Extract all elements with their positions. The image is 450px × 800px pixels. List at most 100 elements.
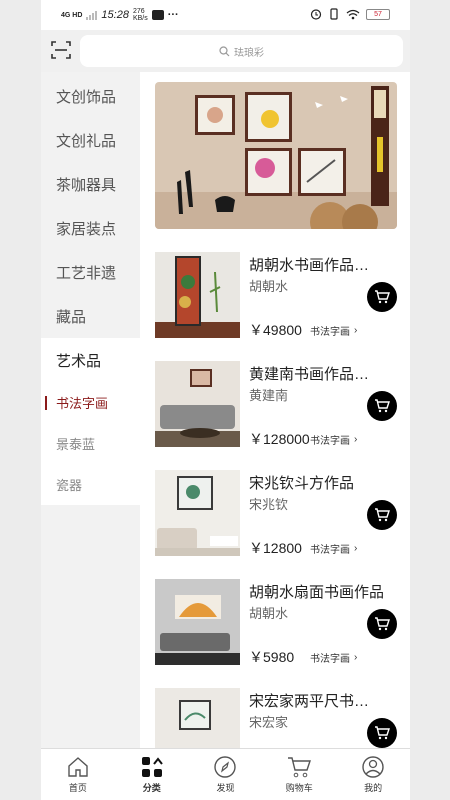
- product-category-label: 书法字画: [310, 327, 350, 338]
- signal-icon: [86, 10, 98, 20]
- product-price: ￥49800: [249, 322, 302, 338]
- tab-label: 购物车: [285, 784, 313, 794]
- network-indicator: 4G HD: [61, 11, 83, 19]
- banner-image[interactable]: [155, 82, 397, 229]
- sidebar-item-label: 藏品: [56, 308, 87, 326]
- product-author: 胡朝水: [249, 606, 289, 621]
- product-thumbnail[interactable]: [155, 470, 240, 556]
- tab-profile[interactable]: 我的: [336, 749, 410, 800]
- cart-icon: [375, 508, 390, 522]
- sidebar-item-crafts-heritage[interactable]: 工艺非遗: [41, 250, 140, 294]
- sidebar-subitem-calligraphy[interactable]: 书法字画: [41, 382, 140, 423]
- cart-icon: [288, 757, 312, 778]
- wifi-icon: [346, 9, 360, 19]
- tab-cart[interactable]: 购物车: [262, 749, 336, 800]
- search-bar: 珐琅彩: [41, 30, 410, 72]
- battery-level: 57: [374, 10, 382, 18]
- cart-icon: [375, 617, 390, 631]
- search-placeholder: 珐琅彩: [234, 47, 264, 59]
- sidebar-subitem-label: 瓷器: [56, 478, 83, 493]
- sidebar-item-label: 文创饰品: [56, 88, 117, 106]
- sidebar-item-label: 工艺非遗: [56, 264, 117, 282]
- list-item[interactable]: 宋宏家两平尺书… 宋宏家: [155, 688, 397, 748]
- product-category[interactable]: 书法字画 ›: [310, 650, 357, 665]
- cart-icon: [375, 726, 390, 740]
- sidebar-subitem-label: 景泰蓝: [56, 437, 96, 452]
- product-title[interactable]: 宋兆钦斗方作品: [249, 472, 397, 493]
- add-to-cart-button[interactable]: [367, 500, 397, 530]
- product-title[interactable]: 黄建南书画作品…: [249, 363, 397, 384]
- add-to-cart-button[interactable]: [367, 718, 397, 748]
- add-to-cart-button[interactable]: [367, 282, 397, 312]
- cart-icon: [375, 290, 390, 304]
- sidebar-item-home-decor[interactable]: 家居装点: [41, 206, 140, 250]
- tab-category[interactable]: 分类: [115, 749, 189, 800]
- chevron-right-icon: ›: [354, 325, 358, 336]
- list-item[interactable]: 黄建南书画作品… 黄建南 ￥128000 书法字画 ›: [155, 361, 397, 447]
- tab-label: 我的: [364, 784, 383, 794]
- tab-home[interactable]: 首页: [41, 749, 115, 800]
- product-thumbnail[interactable]: [155, 579, 240, 665]
- category-sidebar: 文创饰品 文创礼品 茶咖器具 家居装点 工艺非遗 藏品 艺术品 书法字画 景泰蓝…: [41, 72, 140, 748]
- tab-label: 分类: [142, 784, 161, 794]
- add-to-cart-button[interactable]: [367, 609, 397, 639]
- category-icon: [141, 757, 163, 777]
- product-category[interactable]: 书法字画 ›: [310, 432, 357, 447]
- product-author: 胡朝水: [249, 279, 289, 294]
- product-category-label: 书法字画: [310, 545, 350, 556]
- tab-discover[interactable]: 发现: [189, 749, 263, 800]
- battery-icon: 57: [366, 8, 390, 20]
- tab-label: 首页: [68, 784, 87, 794]
- sidebar-subitem-cloisonne[interactable]: 景泰蓝: [41, 423, 140, 464]
- sidebar-item-tea-coffee-ware[interactable]: 茶咖器具: [41, 162, 140, 206]
- sidebar-item-label: 家居装点: [56, 220, 117, 238]
- network-speed: 276 KB/s: [133, 8, 148, 22]
- product-category-label: 书法字画: [310, 436, 350, 447]
- product-author: 宋兆钦: [249, 497, 289, 512]
- sidebar-item-cultural-accessories[interactable]: 文创饰品: [41, 74, 140, 118]
- profile-icon: [362, 756, 384, 778]
- product-title[interactable]: 胡朝水书画作品…: [249, 254, 397, 275]
- scan-icon[interactable]: [50, 39, 72, 61]
- product-thumbnail[interactable]: [155, 688, 240, 748]
- vibrate-icon: [330, 8, 338, 20]
- product-thumbnail[interactable]: [155, 252, 240, 338]
- product-category[interactable]: 书法字画 ›: [310, 541, 357, 556]
- network-speed-unit: KB/s: [132, 15, 148, 22]
- compass-icon: [214, 756, 237, 778]
- list-item[interactable]: 胡朝水扇面书画作品 胡朝水 ￥5980 书法字画 ›: [155, 579, 397, 665]
- sidebar-subitem-label: 书法字画: [56, 396, 109, 411]
- product-price: ￥128000: [249, 431, 310, 447]
- search-icon: [219, 45, 230, 56]
- add-to-cart-button[interactable]: [367, 391, 397, 421]
- tab-label: 发现: [216, 784, 235, 794]
- cart-icon: [375, 399, 390, 413]
- product-price: ￥12800: [249, 540, 302, 556]
- home-icon: [68, 757, 88, 777]
- app-screen: 4G HD 15:28 276 KB/s ··· 57 珐琅彩 文创饰品 文创礼…: [41, 0, 410, 800]
- alarm-icon: [310, 9, 322, 20]
- list-item[interactable]: 胡朝水书画作品… 胡朝水 ￥49800 书法字画 ›: [155, 252, 397, 338]
- product-title[interactable]: 宋宏家两平尺书…: [249, 690, 397, 711]
- chevron-right-icon: ›: [354, 434, 358, 445]
- sidebar-item-artworks[interactable]: 艺术品: [41, 338, 140, 382]
- product-category[interactable]: 书法字画 ›: [310, 323, 357, 338]
- status-bar: 4G HD 15:28 276 KB/s ··· 57: [41, 0, 410, 30]
- more-notifications: ···: [167, 9, 179, 21]
- sidebar-item-label: 文创礼品: [56, 132, 117, 150]
- message-icon: [151, 10, 164, 20]
- product-thumbnail[interactable]: [155, 361, 240, 447]
- search-input[interactable]: 珐琅彩: [80, 35, 403, 67]
- bottom-navigation: 首页 分类 发现 购物车 我的: [41, 748, 410, 800]
- product-category-label: 书法字画: [310, 654, 350, 665]
- product-list: 胡朝水书画作品… 胡朝水 ￥49800 书法字画 › 黄建南书画作品… 黄建南: [140, 72, 410, 748]
- sidebar-item-collectibles[interactable]: 藏品: [41, 294, 140, 338]
- network-speed-value: 276: [132, 8, 145, 15]
- sidebar-subitem-porcelain[interactable]: 瓷器: [41, 464, 140, 505]
- product-price: ￥5980: [249, 649, 295, 665]
- list-item[interactable]: 宋兆钦斗方作品 宋兆钦 ￥12800 书法字画 ›: [155, 470, 397, 556]
- sidebar-item-label: 茶咖器具: [56, 176, 117, 194]
- sidebar-item-cultural-gifts[interactable]: 文创礼品: [41, 118, 140, 162]
- chevron-right-icon: ›: [354, 652, 358, 663]
- product-title[interactable]: 胡朝水扇面书画作品: [249, 581, 397, 602]
